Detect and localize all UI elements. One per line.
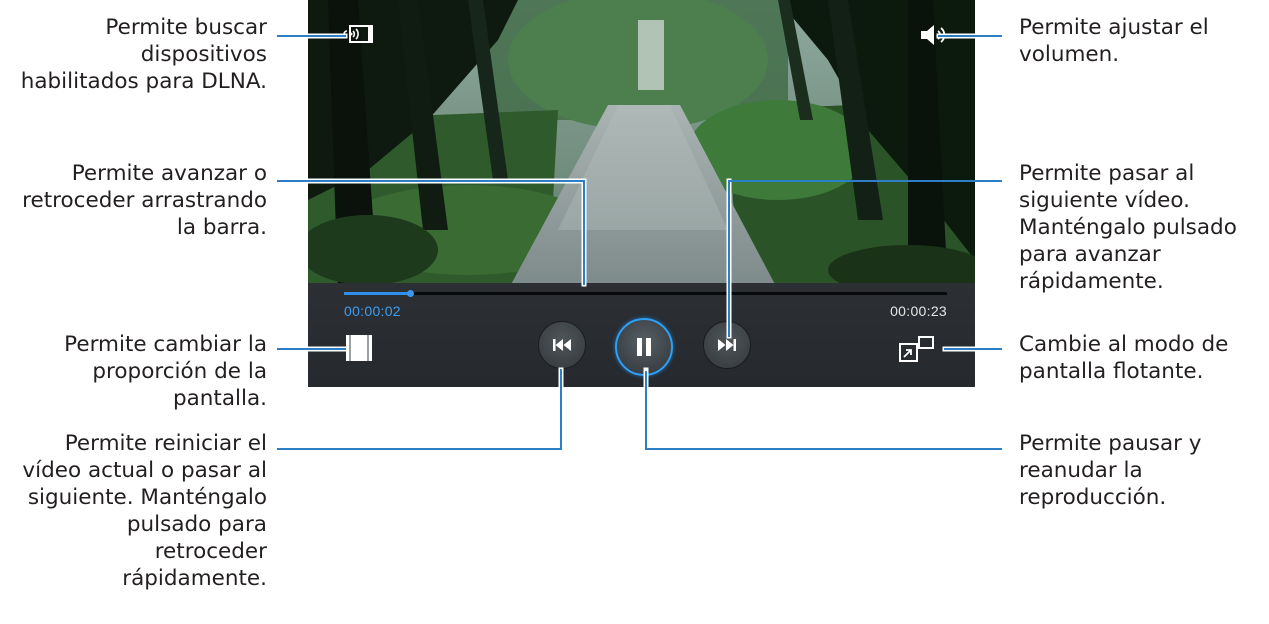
seek-bar[interactable] (344, 290, 947, 297)
screen-ratio-icon (346, 335, 372, 361)
video-player: 00:00:02 00:00:23 (308, 0, 975, 387)
callout-previous: Permite reiniciar el vídeo actual o pasa… (22, 431, 267, 591)
dlna-device-search-icon (343, 25, 373, 43)
volume-button[interactable] (918, 22, 954, 48)
pause-icon (637, 338, 651, 356)
pause-button[interactable] (615, 318, 673, 376)
callout-next: Permite pasar al siguiente vídeo. Mantén… (1019, 161, 1237, 294)
dlna-button[interactable] (341, 24, 375, 44)
total-time: 00:00:23 (890, 303, 947, 319)
popup-play-button[interactable] (898, 336, 950, 364)
elapsed-time: 00:00:02 (344, 303, 401, 319)
callout-popup-play: Cambie al modo de pantalla flotante. (1019, 332, 1229, 384)
callout-pause: Permite pausar y reanudar la reproducció… (1019, 431, 1202, 510)
popup-play-icon (899, 336, 934, 362)
callout-screen-ratio: Permite cambiar la proporción de la pant… (64, 332, 267, 411)
callout-seek-bar: Permite avanzar o retroceder arrastrando… (22, 161, 267, 240)
seek-bar-progress (344, 292, 411, 295)
callout-dlna: Permite buscar dispositivos habilitados … (20, 15, 267, 94)
speaker-volume-icon (921, 25, 946, 45)
next-button[interactable] (703, 321, 751, 369)
callout-volume: Permite ajustar el volumen. (1019, 15, 1209, 67)
screen-ratio-button[interactable] (344, 333, 374, 363)
previous-button[interactable] (538, 321, 586, 369)
skip-previous-icon (553, 339, 571, 351)
skip-next-icon (718, 339, 736, 351)
